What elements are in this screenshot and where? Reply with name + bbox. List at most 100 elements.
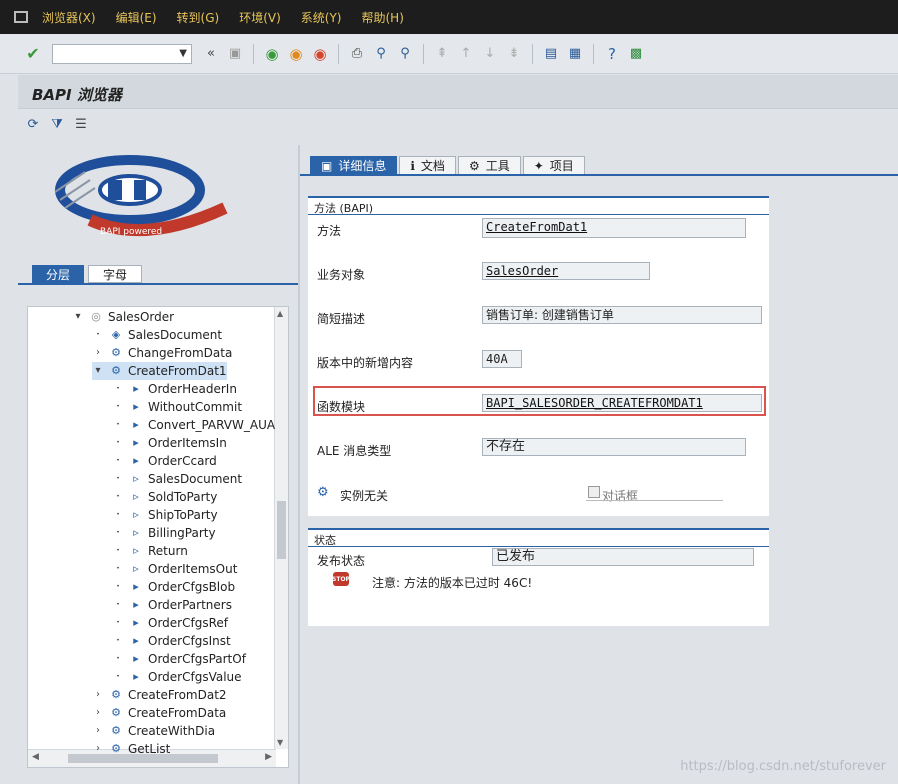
customize-layout-icon[interactable]: ▩ [627, 45, 645, 63]
tab-alphabetical[interactable]: 字母 [88, 265, 143, 283]
menu-goto[interactable]: 转到(G) [177, 9, 220, 26]
exit-icon[interactable]: ◉ [287, 45, 305, 63]
tree-node[interactable]: • ▹ ShipToParty [112, 506, 217, 524]
help-icon[interactable]: ? [603, 45, 621, 63]
leaf-bullet-icon: • [116, 583, 120, 590]
tree-node[interactable]: • ▸ OrderCcard [112, 452, 217, 470]
expand-toggle-icon[interactable]: › [92, 686, 104, 704]
enter-check-icon[interactable]: ✔ [24, 44, 42, 63]
tree-node[interactable]: • ▹ SoldToParty [112, 488, 217, 506]
command-field[interactable]: ▼ [52, 43, 192, 64]
tab-documentation[interactable]: ℹ 文档 [399, 156, 456, 174]
tab-label: 详细信息 [338, 159, 387, 173]
expand-toggle-icon[interactable]: › [92, 344, 104, 362]
tree-node[interactable]: • ▹ Return [112, 542, 188, 560]
expand-toggle-icon[interactable]: › [92, 722, 104, 740]
param-out-icon: ▹ [133, 526, 139, 539]
tree-node[interactable]: • ▸ OrderItemsIn [112, 434, 227, 452]
previous-page-icon[interactable]: ↑ [457, 45, 475, 63]
window-menu-icon[interactable] [14, 11, 28, 23]
tree-vertical-scrollbar[interactable]: ▲ ▼ [274, 307, 288, 749]
scroll-down-icon[interactable]: ▼ [277, 738, 283, 747]
param-out-icon: ▹ [133, 472, 139, 485]
tree-node[interactable]: › ⚙ ChangeFromData [92, 344, 232, 362]
collapse-toggle-icon[interactable]: ▾ [92, 362, 104, 380]
menu-browser[interactable]: 浏览器(X) [42, 9, 96, 26]
status-note: 注意: 方法的版本已过时 46C! [372, 576, 533, 590]
find-icon[interactable]: ⚲ [372, 45, 390, 63]
tree-node[interactable]: • ▹ SalesDocument [112, 470, 242, 488]
collapse-toggle-icon[interactable]: ▾ [72, 308, 84, 326]
tree-node-label: CreateFromDat1 [128, 364, 227, 378]
scroll-left-icon[interactable]: ◀ [32, 752, 39, 762]
method-field[interactable]: CreateFromDat1 [482, 218, 746, 238]
leaf-bullet-icon: • [116, 385, 120, 392]
new-session-icon[interactable]: ▤ [542, 45, 560, 63]
list-icon[interactable]: ☰ [72, 115, 90, 133]
tree-node[interactable]: • ▸ OrderCfgsBlob [112, 578, 235, 596]
next-page-icon[interactable]: ↓ [481, 45, 499, 63]
last-page-icon[interactable]: ⇟ [505, 45, 523, 63]
tree-node-label: OrderItemsOut [148, 562, 238, 576]
scroll-right-icon[interactable]: ▶ [265, 752, 272, 762]
tree-node[interactable]: • ▸ OrderCfgsValue [112, 668, 241, 686]
dialog-checkbox[interactable] [588, 486, 600, 498]
filter-icon[interactable]: ⧩ [48, 115, 66, 133]
param-in-icon: ▸ [133, 382, 139, 395]
back-icon[interactable]: ◉ [263, 45, 281, 63]
method-icon: ⚙ [111, 724, 121, 737]
leaf-bullet-icon: • [116, 457, 120, 464]
pane-splitter[interactable] [298, 145, 300, 784]
tree-node[interactable]: • ▹ BillingParty [112, 524, 215, 542]
tree-node-label: CreateFromData [128, 706, 227, 720]
chevron-down-icon[interactable]: ▼ [179, 48, 187, 59]
tree-node[interactable]: › ⚙ CreateWithDia [92, 722, 215, 740]
param-table-icon: ▸ [133, 580, 139, 593]
tree-node[interactable]: • ▸ OrderCfgsRef [112, 614, 228, 632]
expand-toggle-icon[interactable]: › [92, 704, 104, 722]
tree-node[interactable]: › ⚙ GetList [92, 740, 170, 758]
shortcut-icon[interactable]: ▦ [566, 45, 584, 63]
param-out-icon: ▹ [133, 562, 139, 575]
tree-node[interactable]: › ⚙ CreateFromDat2 [92, 686, 227, 704]
tree-node[interactable]: • ▸ OrderHeaderIn [112, 380, 237, 398]
menu-edit[interactable]: 编辑(E) [116, 9, 157, 26]
menu-help[interactable]: 帮助(H) [362, 9, 404, 26]
tree-node[interactable]: • ▸ Convert_PARVW_AUA [112, 416, 275, 434]
tab-tools[interactable]: ⚙ 工具 [457, 156, 521, 174]
tab-project[interactable]: ✦ 项目 [522, 156, 585, 174]
tree-node-label: OrderHeaderIn [148, 382, 237, 396]
menu-environment[interactable]: 环境(V) [239, 9, 281, 26]
method-icon: ⚙ [111, 742, 121, 755]
tree-node-label: CreateFromDat2 [128, 688, 227, 702]
leaf-bullet-icon: • [116, 529, 120, 536]
save-icon[interactable]: ▣ [226, 45, 244, 63]
tree-node[interactable]: • ▸ OrderCfgsInst [112, 632, 230, 650]
tree-node[interactable]: • ▹ OrderItemsOut [112, 560, 237, 578]
scroll-thumb[interactable] [277, 501, 286, 559]
group-divider [308, 546, 769, 547]
tree-node[interactable]: • ▸ WithoutCommit [112, 398, 242, 416]
tab-hierarchy[interactable]: 分层 [32, 265, 85, 283]
stop-icon: STOP [332, 572, 350, 586]
tree-node[interactable]: • ◈ SalesDocument [92, 326, 222, 344]
find-next-icon[interactable]: ⚲ [396, 45, 414, 63]
print-icon[interactable]: ⎙ [348, 45, 366, 63]
expand-toggle-icon[interactable]: › [92, 740, 104, 758]
cancel-icon[interactable]: ◉ [311, 45, 329, 63]
watermark: https://blog.csdn.net/stuforever [680, 759, 886, 774]
tree-node[interactable]: ▾ ◎ SalesOrder [72, 308, 174, 326]
scroll-up-icon[interactable]: ▲ [277, 309, 283, 318]
tab-details[interactable]: ▣ 详细信息 [310, 156, 398, 174]
collapse-icon[interactable]: « [202, 45, 220, 63]
menu-system[interactable]: 系统(Y) [301, 9, 342, 26]
business-object-field[interactable]: SalesOrder [482, 262, 650, 280]
tree-node[interactable]: • ▸ OrderCfgsPartOf [112, 650, 246, 668]
tree-node[interactable]: • ▸ OrderPartners [112, 596, 232, 614]
tree-node-label: SalesDocument [148, 472, 243, 486]
first-page-icon[interactable]: ⇞ [433, 45, 451, 63]
tree-node[interactable]: ▾ ⚙ CreateFromDat1 [92, 362, 227, 380]
tree-node[interactable]: › ⚙ CreateFromData [92, 704, 226, 722]
detail-tabs: ▣ 详细信息 ℹ 文档 ⚙ 工具 ✦ 项目 [310, 156, 587, 174]
refresh-icon[interactable]: ⟳ [24, 115, 42, 133]
